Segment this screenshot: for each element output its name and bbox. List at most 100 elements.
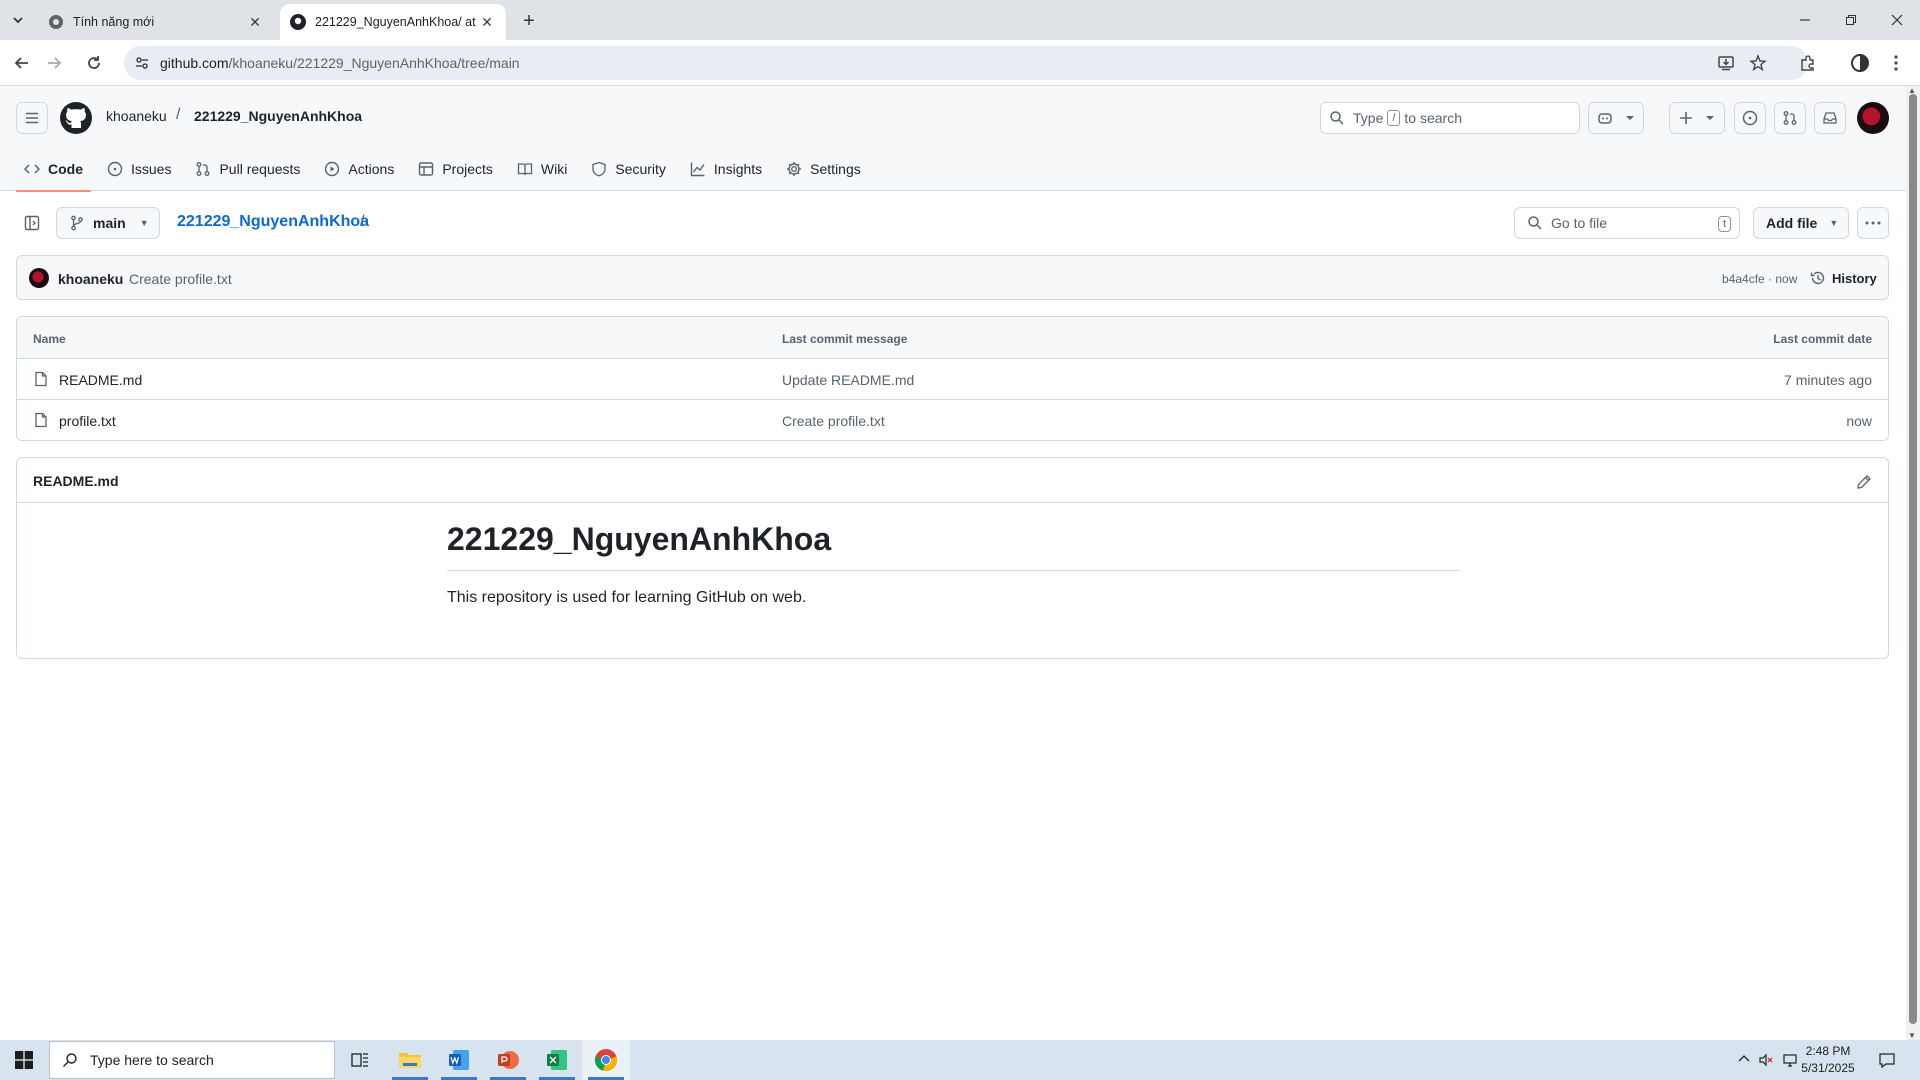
show-hidden-icons-icon[interactable] <box>1737 1052 1751 1069</box>
tab-label: Security <box>615 160 666 177</box>
tab-label: Settings <box>810 160 861 177</box>
add-file-button[interactable]: Add file ▼ <box>1753 207 1849 239</box>
new-tab-button[interactable]: + <box>516 8 542 34</box>
chrome-menu-icon[interactable] <box>1882 49 1910 77</box>
breadcrumb-owner-link[interactable]: khoaneku <box>106 108 167 124</box>
global-search-input[interactable]: Type / to search <box>1320 102 1580 134</box>
browser-toolbar: github.com/khoaneku/221229_NguyenAnhKhoa… <box>0 40 1920 86</box>
chrome-app[interactable] <box>582 1040 630 1080</box>
table-row[interactable]: README.md Update README.md 7 minutes ago <box>17 359 1888 400</box>
shield-icon <box>592 161 606 176</box>
user-avatar[interactable] <box>1857 102 1889 134</box>
minimize-icon <box>1800 19 1810 21</box>
notifications-icon[interactable] <box>1878 1051 1896 1072</box>
scrollbar-thumb[interactable] <box>1909 94 1917 1024</box>
pencil-icon <box>1857 475 1871 489</box>
file-icon <box>35 412 47 428</box>
file-commit-message-link[interactable]: Update README.md <box>782 372 914 388</box>
tab-label: Wiki <box>540 160 568 177</box>
inbox-button[interactable] <box>1814 102 1846 134</box>
more-options-button[interactable] <box>1857 207 1889 239</box>
tab-actions[interactable]: Actions <box>316 146 402 191</box>
readme-paragraph: This repository is used for learning Git… <box>447 589 807 606</box>
restore-button[interactable] <box>1828 0 1874 40</box>
table-row[interactable]: profile.txt Create profile.txt now <box>17 400 1888 440</box>
tab-security[interactable]: Security <box>583 146 674 191</box>
forward-button[interactable] <box>40 49 68 77</box>
chevron-down-icon <box>1626 116 1634 120</box>
path-repo-link[interactable]: 221229_NguyenAnhKhoa <box>177 213 369 231</box>
history-button[interactable]: History <box>1810 270 1877 286</box>
extensions-icon[interactable] <box>1794 49 1822 77</box>
tab-search-menu-button[interactable] <box>6 8 30 32</box>
create-new-button[interactable] <box>1669 102 1725 134</box>
tab-pull-requests[interactable]: Pull requests <box>187 146 308 191</box>
github-logo-icon[interactable] <box>60 102 92 134</box>
play-icon <box>325 161 340 176</box>
search-shortcut-key: / <box>1387 110 1401 126</box>
browser-tab-github[interactable]: 221229_NguyenAnhKhoa/ at main ✕ <box>280 4 506 40</box>
word-app[interactable] <box>435 1040 483 1080</box>
scroll-down-arrow-icon[interactable]: ▼ <box>1908 1031 1916 1040</box>
arrow-right-icon <box>48 57 62 69</box>
breadcrumb-repo-link[interactable]: 221229_NguyenAnhKhoa <box>194 108 362 124</box>
excel-icon <box>547 1050 567 1070</box>
tab-insights[interactable]: Insights <box>682 146 770 191</box>
tab-wiki[interactable]: Wiki <box>509 146 575 191</box>
bookmark-star-icon[interactable] <box>1744 49 1772 77</box>
commit-sha-link[interactable]: b4a4cfe · now <box>1722 272 1797 286</box>
reload-button[interactable] <box>80 49 108 77</box>
file-table-header: Name Last commit message Last commit dat… <box>17 317 1888 359</box>
file-name-link[interactable]: README.md <box>59 372 142 388</box>
readme-header: README.md <box>17 458 1888 503</box>
hamburger-icon <box>26 112 38 124</box>
github-header: khoaneku / 221229_NguyenAnhKhoa Type / t… <box>0 86 1906 192</box>
tab-projects[interactable]: Projects <box>410 146 501 191</box>
volume-muted-icon[interactable] <box>1758 1052 1774 1071</box>
browser-tab-new-features[interactable]: Tính năng mới ✕ <box>38 4 274 40</box>
powerpoint-app[interactable] <box>484 1040 532 1080</box>
edit-readme-button[interactable] <box>1852 470 1876 494</box>
minimize-button[interactable] <box>1782 0 1828 40</box>
task-view-icon <box>351 1053 368 1067</box>
go-to-file-input[interactable]: Go to file t <box>1514 207 1740 239</box>
file-name-link[interactable]: profile.txt <box>59 413 116 429</box>
taskbar-clock[interactable]: 2:48 PM 5/31/2025 <box>1792 1043 1864 1077</box>
word-icon <box>449 1050 469 1070</box>
site-info-icon[interactable] <box>132 53 152 73</box>
close-window-button[interactable] <box>1874 0 1920 40</box>
tab-label: Pull requests <box>219 160 301 177</box>
commit-author-link[interactable]: khoaneku <box>58 271 123 287</box>
back-button[interactable] <box>8 49 36 77</box>
pull-requests-button[interactable] <box>1774 102 1806 134</box>
expand-file-tree-button[interactable] <box>16 207 48 239</box>
excel-app[interactable] <box>533 1040 581 1080</box>
issue-opened-icon <box>1742 110 1758 126</box>
address-bar[interactable]: github.com/khoaneku/221229_NguyenAnhKhoa… <box>124 46 1808 80</box>
file-commit-message-link[interactable]: Create profile.txt <box>782 413 885 429</box>
start-button[interactable] <box>0 1040 48 1080</box>
path-separator: / <box>360 213 365 230</box>
tab-settings[interactable]: Settings <box>778 146 869 191</box>
tab-label: Issues <box>131 160 172 177</box>
search-text-after: to search <box>1404 110 1463 126</box>
inbox-icon <box>1823 112 1837 124</box>
readme-file-name[interactable]: README.md <box>33 473 119 489</box>
branch-selector-button[interactable]: main ▼ <box>56 207 160 239</box>
taskbar-search-placeholder: Type here to search <box>90 1052 214 1068</box>
commit-message-link[interactable]: Create profile.txt <box>129 271 232 287</box>
tab-issues[interactable]: Issues <box>99 146 179 191</box>
commit-author-avatar[interactable] <box>29 268 49 288</box>
file-explorer-app[interactable] <box>386 1040 434 1080</box>
issues-button[interactable] <box>1734 102 1766 134</box>
close-tab-icon[interactable]: ✕ <box>478 13 496 31</box>
tab-code[interactable]: Code <box>16 146 91 192</box>
taskbar-search-input[interactable]: Type here to search <box>49 1041 335 1079</box>
profile-icon[interactable] <box>1846 49 1874 77</box>
close-tab-icon[interactable]: ✕ <box>246 13 264 31</box>
install-app-icon[interactable] <box>1712 49 1740 77</box>
open-global-nav-button[interactable] <box>16 102 48 134</box>
page-scrollbar[interactable]: ▲ ▼ <box>1906 86 1920 1040</box>
task-view-button[interactable] <box>336 1040 384 1080</box>
copilot-button[interactable] <box>1588 102 1644 134</box>
